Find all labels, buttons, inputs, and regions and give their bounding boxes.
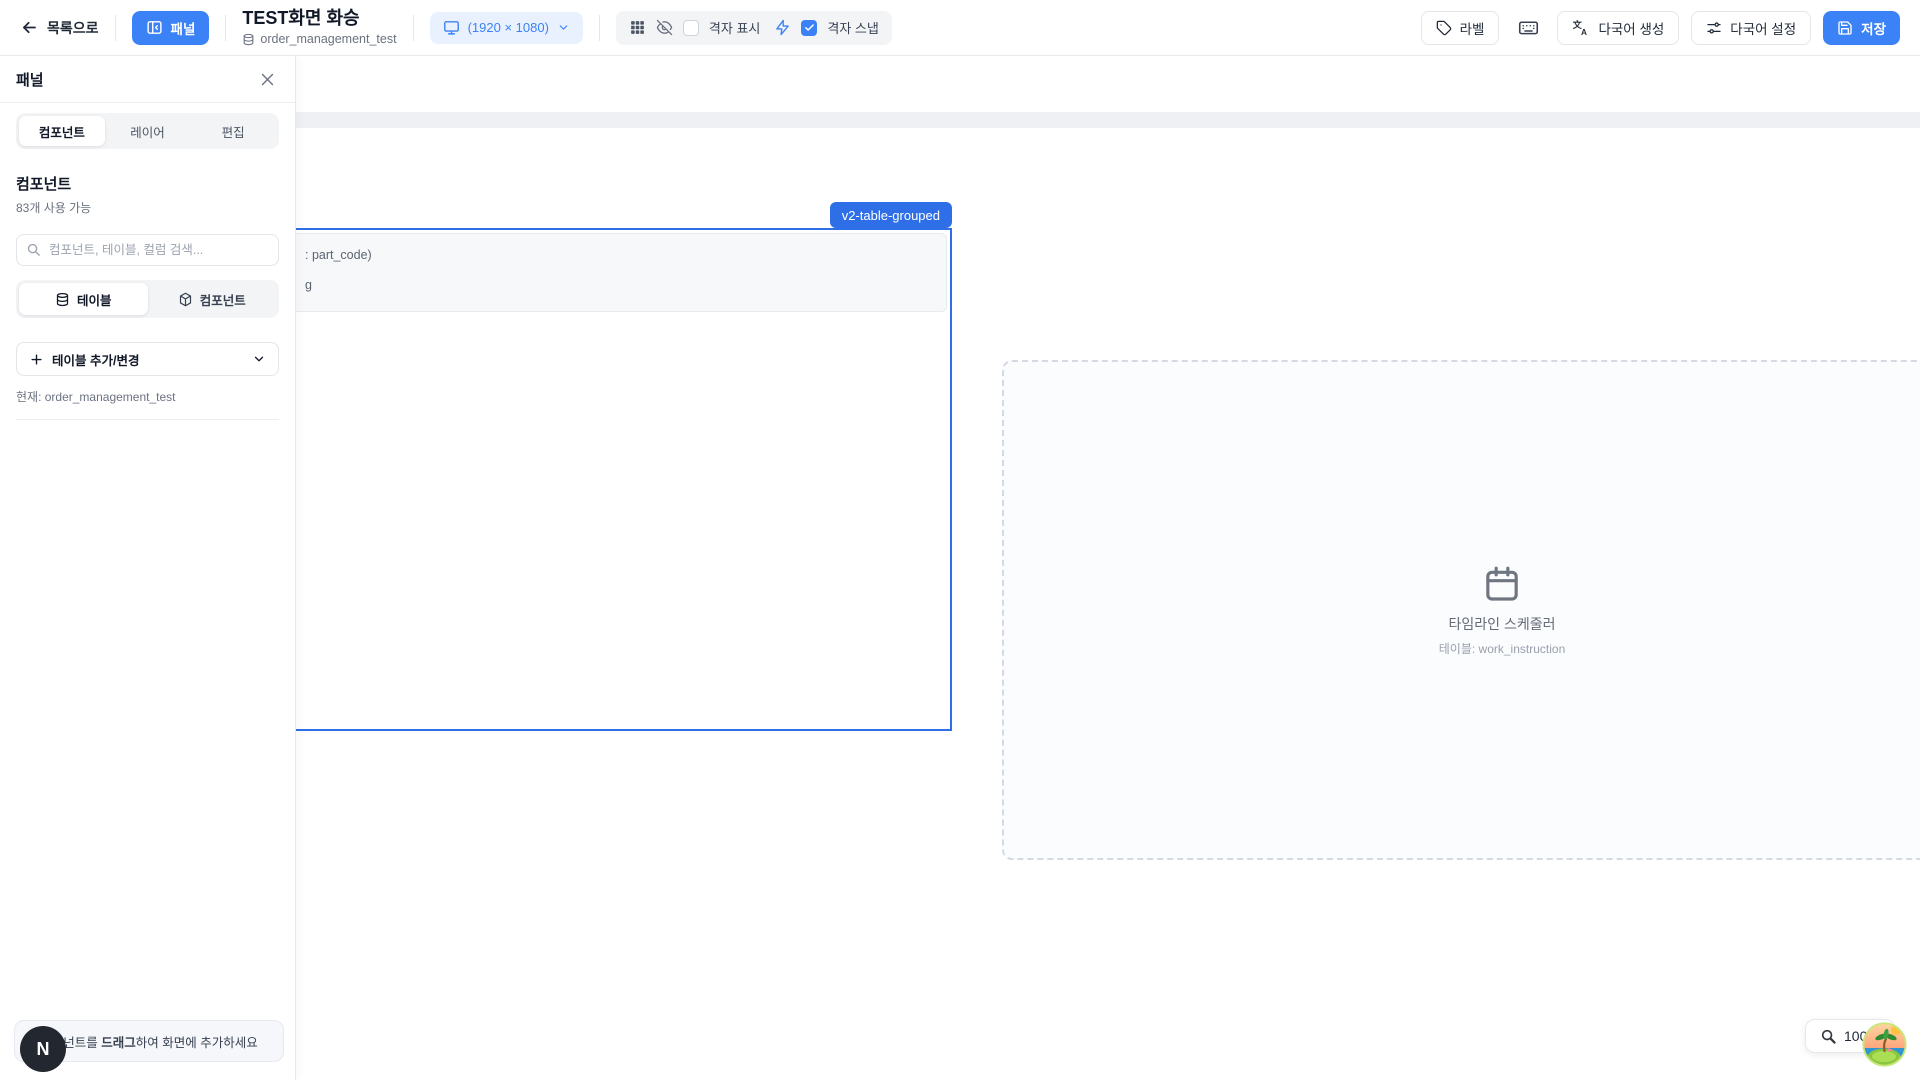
chevron-down-icon (557, 21, 570, 34)
truncated-config-text-1: : part_code) (305, 248, 372, 262)
viewport-size-label: (1920 × 1080) (468, 20, 549, 35)
back-to-list-button[interactable]: 목록으로 (20, 18, 99, 38)
hint-suffix: 하여 화면에 추가하세요 (136, 1036, 258, 1050)
source-toggle: 테이블 컴포넌트 (16, 280, 279, 318)
toggle-tables-label: 테이블 (77, 290, 112, 309)
panel-left-icon (146, 19, 163, 36)
toggle-components-label: 컴포넌트 (200, 290, 246, 309)
viewport-size-selector[interactable]: (1920 × 1080) (430, 12, 583, 44)
database-icon (242, 33, 255, 46)
toolbar-divider (413, 15, 414, 41)
grid-show-label: 격자 표시 (709, 18, 760, 37)
current-table-label: 현재: order_management_test (16, 388, 279, 405)
selection-type-badge: v2-table-grouped (830, 202, 952, 228)
i18n-settings-label: 다국어 설정 (1730, 18, 1796, 38)
sliders-icon (1706, 20, 1722, 36)
component-header-placeholder: : part_code) g (185, 233, 947, 312)
package-icon (178, 292, 193, 307)
grid-icon (629, 19, 646, 36)
grid-snap-checkbox[interactable] (801, 20, 817, 36)
close-icon (259, 71, 276, 88)
tag-icon (1436, 20, 1452, 36)
grid-controls-group: 격자 표시 격자 스냅 (616, 11, 892, 45)
label-button[interactable]: 라벨 (1421, 11, 1500, 45)
toggle-components[interactable]: 컴포넌트 (148, 283, 277, 315)
selection-type-label: v2-table-grouped (842, 208, 940, 223)
zap-icon (774, 19, 791, 36)
search-icon (26, 242, 41, 257)
hint-bold: 드래그 (101, 1036, 136, 1050)
components-count: 83개 사용 가능 (16, 199, 279, 216)
check-icon (804, 22, 815, 33)
panel-toggle-button[interactable]: 패널 (132, 11, 210, 45)
toolbar: 목록으로 패널 TEST화면 화승 order_management_test … (0, 0, 1920, 56)
add-change-table-button[interactable]: 테이블 추가/변경 (16, 342, 279, 376)
collaborator-cursor-badge: N (20, 1026, 66, 1072)
toolbar-divider (599, 15, 600, 41)
shortcuts-button[interactable] (1511, 11, 1545, 45)
toolbar-divider (225, 15, 226, 41)
tab-edit[interactable]: 편집 (190, 116, 276, 146)
timeline-scheduler-placeholder[interactable]: 타임라인 스케줄러 테이블: work_instruction (1002, 360, 1920, 860)
placeholder-table-label: 테이블: work_instruction (1439, 640, 1566, 657)
tab-components[interactable]: 컴포넌트 (19, 116, 105, 146)
collaborator-initial: N (37, 1039, 50, 1060)
calendar-icon (1482, 564, 1522, 604)
components-section-title: 컴포넌트 (16, 173, 279, 194)
magnifier-icon (1820, 1028, 1837, 1045)
tab-layers[interactable]: 레이어 (105, 116, 191, 146)
screen-table-name: order_management_test (260, 32, 396, 46)
back-to-list-label: 목록으로 (47, 18, 99, 38)
i18n-settings-button[interactable]: 다국어 설정 (1691, 11, 1811, 45)
plus-icon (29, 352, 44, 367)
panel-close-button[interactable] (255, 67, 279, 91)
panel-title: 패널 (16, 69, 44, 90)
i18n-generate-label: 다국어 생성 (1598, 18, 1664, 38)
eye-off-icon (656, 19, 673, 36)
save-button[interactable]: 저장 (1823, 11, 1900, 45)
divider (16, 419, 279, 420)
component-panel: 패널 컴포넌트 레이어 편집 컴포넌트 83개 사용 가능 (0, 56, 296, 1080)
translate-icon: 文 A (1572, 19, 1590, 37)
placeholder-title: 타임라인 스케줄러 (1449, 614, 1556, 634)
island-emoji-sticker (1861, 1021, 1908, 1068)
chevron-down-icon (252, 352, 266, 366)
truncated-config-text-2: g (305, 278, 312, 292)
grid-show-checkbox[interactable] (683, 20, 699, 36)
add-change-table-label: 테이블 추가/변경 (52, 350, 244, 369)
i18n-generate-button[interactable]: 文 A 다국어 생성 (1557, 11, 1679, 45)
toolbar-divider (115, 15, 116, 41)
save-button-label: 저장 (1861, 18, 1886, 38)
panel-toggle-label: 패널 (171, 18, 196, 38)
component-search-input[interactable] (16, 234, 279, 266)
screen-title-block: TEST화면 화승 order_management_test (242, 8, 396, 46)
screen-title: TEST화면 화승 (242, 8, 396, 29)
monitor-icon (443, 19, 460, 36)
grid-snap-label: 격자 스냅 (827, 18, 878, 37)
database-icon (55, 292, 70, 307)
keyboard-icon (1518, 17, 1539, 38)
svg-text:A: A (1581, 27, 1587, 36)
label-button-label: 라벨 (1460, 18, 1485, 38)
panel-tabs: 컴포넌트 레이어 편집 (16, 113, 279, 149)
save-icon (1837, 20, 1853, 36)
arrow-left-icon (20, 18, 39, 37)
toggle-tables[interactable]: 테이블 (19, 283, 148, 315)
